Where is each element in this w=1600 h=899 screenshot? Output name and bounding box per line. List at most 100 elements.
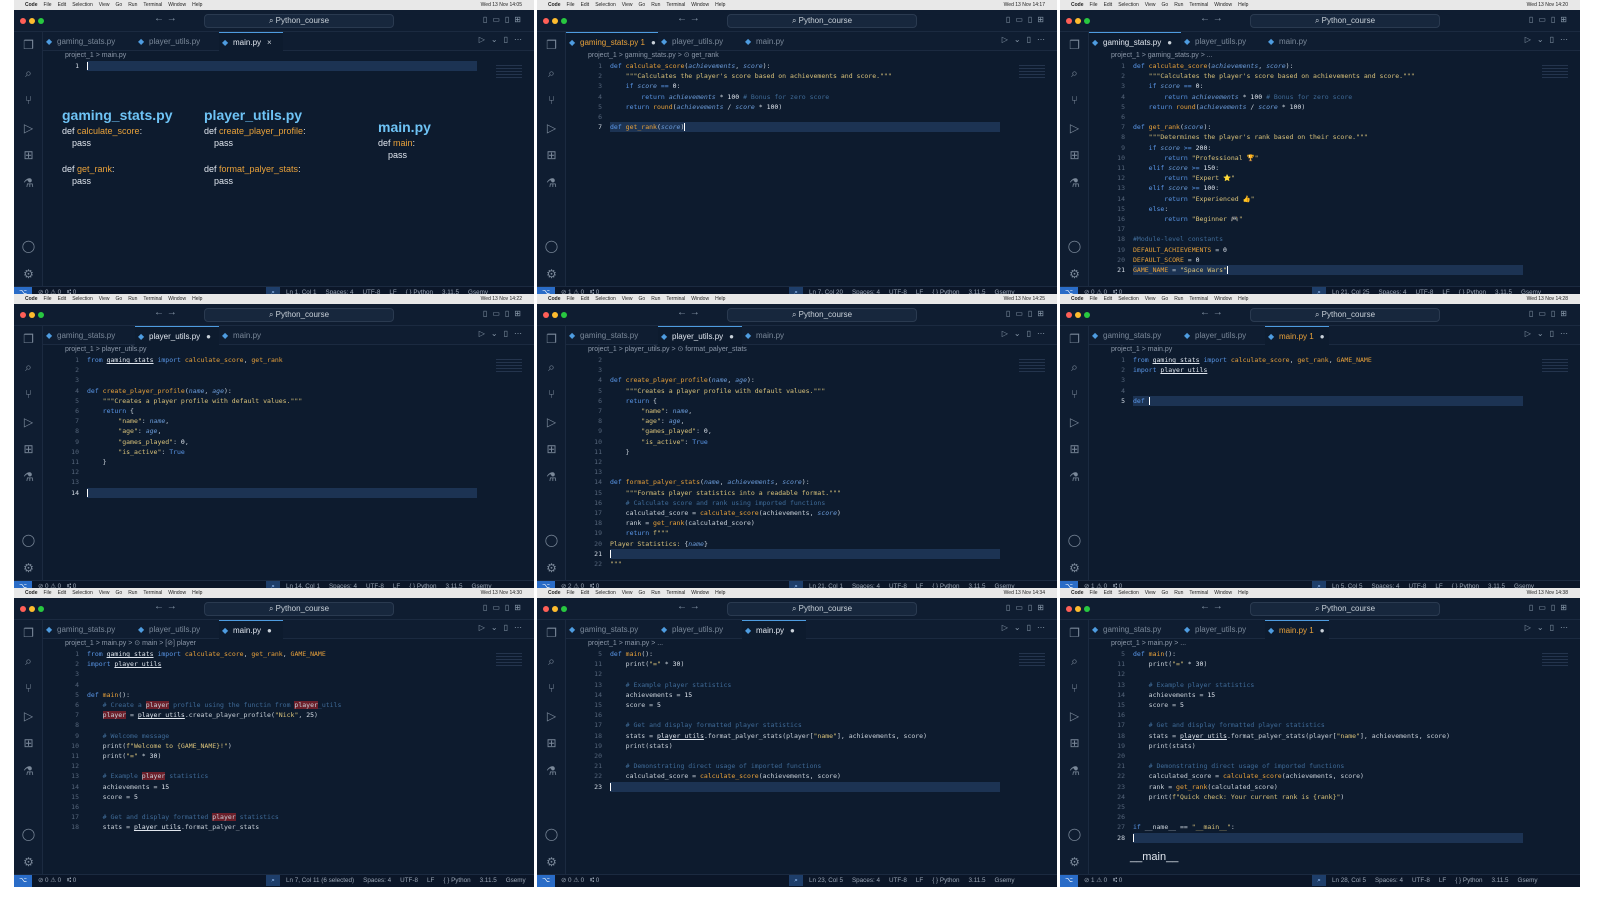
zoom-window-button[interactable] [38,18,44,24]
menu-item-go[interactable]: Go [1162,590,1169,596]
menu-item-file[interactable]: File [1090,2,1098,8]
menu-item-code[interactable]: Code [1071,2,1084,8]
minimize-window-button[interactable] [29,606,35,612]
command-center-search[interactable]: ⌕ Python_course [204,308,394,322]
run-split-more-icons[interactable]: ▷⌄▯⋯ [1002,329,1051,338]
menu-item-terminal[interactable]: Terminal [143,296,162,302]
code-editor[interactable]: 1 2 3 4 5 6 7 8 9 10 11 12 13 14 15 16 17 18 from gaming_s… [43,649,534,874]
tab-player-utils[interactable]: ◆ player_utils.py ● [135,326,219,345]
testing-icon[interactable]: ⚗ [21,470,36,485]
menu-item-selection[interactable]: Selection [595,2,616,8]
minimize-window-button[interactable] [29,18,35,24]
run-split-more-icons[interactable]: ▷⌄▯⋯ [479,623,528,632]
code-text[interactable]: def calculate_score(achievements, score)… [610,61,892,132]
remote-indicator-icon[interactable]: ⌥ [14,875,32,887]
nav-back-forward-icon[interactable]: ← → [1200,601,1223,612]
tab-player-utils[interactable]: ◆ player_utils.py [658,620,742,639]
command-center-search[interactable]: ⌕ Python_course [1250,602,1440,616]
testing-icon[interactable]: ⚗ [21,176,36,191]
autocomplete-suggestion[interactable]: __main__ [1130,851,1178,863]
tab-player-utils[interactable]: ◆ player_utils.py [1181,32,1265,51]
search-icon[interactable]: ⌕ [544,66,559,81]
layout-toggle-icons[interactable]: ▯▭▯⊞ [1529,15,1572,24]
menu-item-view[interactable]: View [99,296,110,302]
layout-toggle-icons[interactable]: ▯▭▯⊞ [1006,309,1049,318]
menu-item-view[interactable]: View [99,2,110,8]
menu-item-help[interactable]: Help [192,296,202,302]
run-split-more-icons[interactable]: ▷⌄▯⋯ [1002,623,1051,632]
nav-back-forward-icon[interactable]: ← → [154,307,177,318]
menu-item-selection[interactable]: Selection [72,296,93,302]
menu-item-view[interactable]: View [1145,296,1156,302]
search-icon[interactable]: ⌕ [544,654,559,669]
close-window-button[interactable] [1066,312,1072,318]
run-split-more-icons[interactable]: ▷⌄▯⋯ [1525,329,1574,338]
status-encoding[interactable]: UTF-8 [1412,877,1430,884]
extensions-icon[interactable]: ⊞ [544,442,559,457]
minimize-window-button[interactable] [552,312,558,318]
explorer-icon[interactable]: ❐ [1067,626,1082,641]
manage-gear-icon[interactable]: ⚙ [21,855,36,870]
menu-item-file[interactable]: File [567,296,575,302]
account-icon[interactable]: ◯ [1067,239,1082,254]
extensions-icon[interactable]: ⊞ [1067,736,1082,751]
tab-gaming-stats[interactable]: ◆ gaming_stats.py [566,620,658,639]
tab-main[interactable]: ◆ main.py 1 ● [1265,326,1329,345]
zoom-search-icon[interactable]: ⌕ [789,875,803,886]
menu-item-help[interactable]: Help [1238,590,1248,596]
tab-main[interactable]: ◆ main.py [742,32,806,51]
explorer-icon[interactable]: ❐ [21,626,36,641]
explorer-icon[interactable]: ❐ [21,38,36,53]
zoom-search-icon[interactable]: ⌕ [266,875,280,886]
code-editor[interactable]: 1 2 3 4 5 from gaming_stats import calculate_… [1089,355,1580,580]
layout-toggle-icons[interactable]: ▯▭▯⊞ [483,15,526,24]
search-icon[interactable]: ⌕ [21,360,36,375]
minimap[interactable] [1542,653,1568,667]
account-icon[interactable]: ◯ [544,533,559,548]
search-icon[interactable]: ⌕ [21,654,36,669]
minimize-window-button[interactable] [1075,606,1081,612]
extensions-icon[interactable]: ⊞ [21,736,36,751]
tab-player-utils[interactable]: ◆ player_utils.py [1181,326,1265,345]
menu-item-terminal[interactable]: Terminal [1189,2,1208,8]
menu-item-window[interactable]: Window [1214,296,1232,302]
menu-item-window[interactable]: Window [1214,590,1232,596]
menu-item-selection[interactable]: Selection [72,2,93,8]
run-split-more-icons[interactable]: ▷⌄▯⋯ [1525,35,1574,44]
menu-item-window[interactable]: Window [168,590,186,596]
code-editor[interactable]: 5 11 12 13 14 15 16 17 18 19 20 21 22 23 24 25 26 27 28 def… [1089,649,1580,874]
menu-item-edit[interactable]: Edit [58,296,67,302]
nav-back-forward-icon[interactable]: ← → [677,307,700,318]
close-window-button[interactable] [543,312,549,318]
menu-item-code[interactable]: Code [548,2,561,8]
command-center-search[interactable]: ⌕ Python_course [1250,308,1440,322]
tab-main[interactable]: ◆ main.py [742,326,806,345]
menu-item-go[interactable]: Go [639,2,646,8]
zoom-window-button[interactable] [1084,18,1090,24]
close-window-button[interactable] [20,606,26,612]
search-icon[interactable]: ⌕ [21,66,36,81]
account-icon[interactable]: ◯ [21,827,36,842]
tab-player-utils[interactable]: ◆ player_utils.py [658,32,742,51]
search-icon[interactable]: ⌕ [1067,66,1082,81]
command-center-search[interactable]: ⌕ Python_course [204,602,394,616]
layout-toggle-icons[interactable]: ▯▭▯⊞ [1529,309,1572,318]
account-icon[interactable]: ◯ [544,827,559,842]
zoom-search-icon[interactable]: ⌕ [1312,875,1326,886]
minimize-window-button[interactable] [29,312,35,318]
menu-item-view[interactable]: View [622,296,633,302]
close-window-button[interactable] [20,18,26,24]
menu-item-terminal[interactable]: Terminal [143,2,162,8]
code-text[interactable]: def calculate_score(achievements, score)… [1133,61,1415,275]
tab-main[interactable]: ◆ main.py ● [742,620,806,639]
status-version[interactable]: 3.11.5 [480,877,497,884]
command-center-search[interactable]: ⌕ Python_course [727,308,917,322]
minimap[interactable] [1019,65,1045,79]
status-copilot[interactable]: Gsemy [506,877,526,884]
code-text[interactable]: from gaming_stats import calculate_score… [1133,355,1372,406]
menu-item-code[interactable]: Code [548,590,561,596]
layout-toggle-icons[interactable]: ▯▭▯⊞ [1529,603,1572,612]
zoom-window-button[interactable] [38,312,44,318]
search-icon[interactable]: ⌕ [1067,360,1082,375]
run-debug-icon[interactable]: ▷ [1067,121,1082,136]
